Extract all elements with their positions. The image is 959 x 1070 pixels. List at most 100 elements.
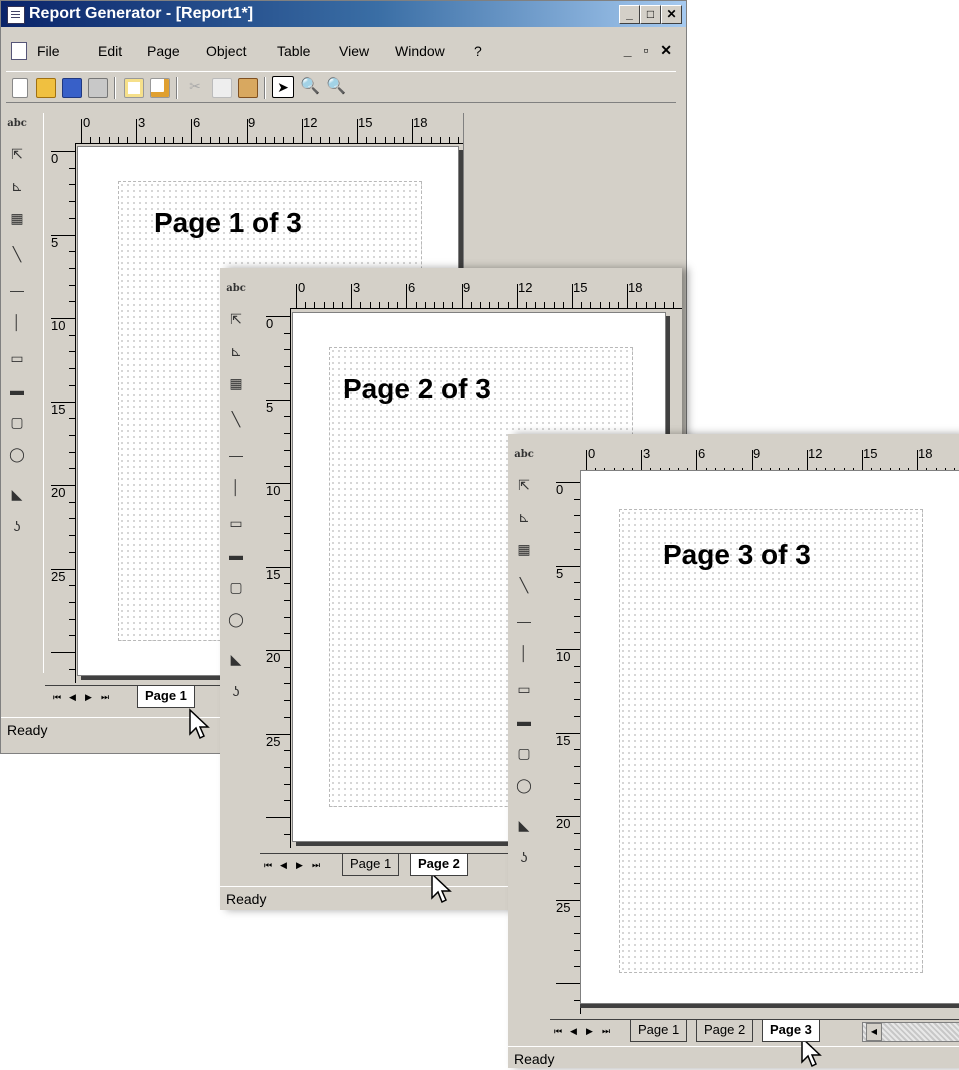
new-icon[interactable] xyxy=(12,78,28,98)
title-bar[interactable]: Report Generator - [Report1*] _ □ ✕ xyxy=(1,1,686,27)
rounded-rectangle-tool[interactable]: ▢ xyxy=(6,411,28,433)
maximize-button[interactable]: □ xyxy=(640,5,661,24)
ruler-tick xyxy=(284,382,290,384)
new-page-icon[interactable] xyxy=(124,78,144,98)
axis-tool[interactable]: ⊾ xyxy=(225,340,247,362)
scroll-left-icon[interactable]: ◀ xyxy=(866,1023,882,1041)
ruler-label: 10 xyxy=(266,483,281,498)
ruler-tick xyxy=(69,601,75,603)
next-page-icon[interactable]: ▶ xyxy=(586,1026,593,1037)
chart-xy-tool[interactable]: ⇱ xyxy=(513,474,535,496)
diagonal-line-tool[interactable]: ╲ xyxy=(513,574,535,596)
ruler-label: 18 xyxy=(628,280,643,295)
ruler-tick xyxy=(452,302,454,308)
horizontal-line-tool[interactable]: — xyxy=(225,444,247,466)
tab-page-1[interactable]: Page 1 xyxy=(137,686,195,708)
zoom-out-icon[interactable]: 🔍 xyxy=(326,78,346,96)
vertical-line-tool[interactable]: │ xyxy=(225,476,247,498)
vertical-line-tool[interactable]: │ xyxy=(513,642,535,664)
filled-rectangle-tool[interactable]: ▬ xyxy=(225,544,247,566)
ruler-tick xyxy=(69,635,75,637)
ruler-tick xyxy=(342,302,343,308)
ruler-tick xyxy=(163,137,165,143)
vertical-line-tool[interactable]: │ xyxy=(6,311,28,333)
first-page-icon[interactable]: ⏮ xyxy=(554,1026,562,1037)
ruler-tick xyxy=(284,616,290,618)
minimize-button[interactable]: _ xyxy=(619,5,640,24)
ellipse-tool[interactable]: ◯ xyxy=(6,443,28,465)
prev-page-icon[interactable]: ◀ xyxy=(280,860,287,871)
prev-page-icon[interactable]: ◀ xyxy=(69,692,76,703)
vertical-ruler: 0 5 10 15 20 25 xyxy=(550,474,581,1014)
paste-icon[interactable] xyxy=(238,78,258,98)
ellipse-tool[interactable]: ◯ xyxy=(513,774,535,796)
ellipse-tool[interactable]: ◯ xyxy=(225,608,247,630)
table-tool[interactable]: ▦ xyxy=(513,538,535,560)
axis-tool[interactable]: ⊾ xyxy=(513,506,535,528)
axis-tool[interactable]: ⊾ xyxy=(6,175,28,197)
ruler-tick xyxy=(284,499,290,501)
horizontal-line-tool[interactable]: — xyxy=(6,279,28,301)
filled-rectangle-tool[interactable]: ▬ xyxy=(513,710,535,732)
rounded-rectangle-tool[interactable]: ▢ xyxy=(225,576,247,598)
prev-page-icon[interactable]: ◀ xyxy=(570,1026,577,1037)
save-icon[interactable] xyxy=(62,78,82,98)
menu-help[interactable]: ? xyxy=(474,43,482,59)
freeform-tool[interactable]: ʖ xyxy=(6,515,28,537)
filled-rectangle-tool[interactable]: ▬ xyxy=(6,379,28,401)
horizontal-line-tool[interactable]: — xyxy=(513,610,535,632)
text-tool[interactable]: abc xyxy=(513,444,535,466)
tab-page-1[interactable]: Page 1 xyxy=(342,854,400,876)
tab-page-3[interactable]: Page 3 xyxy=(762,1020,820,1042)
menu-table[interactable]: Table xyxy=(277,43,310,59)
chart-xy-tool[interactable]: ⇱ xyxy=(6,143,28,165)
pointer-icon[interactable]: ➤ xyxy=(272,76,294,98)
tab-page-1[interactable]: Page 1 xyxy=(630,1020,688,1042)
freeform-tool[interactable]: ʖ xyxy=(513,846,535,868)
freeform-tool[interactable]: ʖ xyxy=(225,680,247,702)
ruler-tick xyxy=(69,451,75,453)
report-page[interactable]: Page 3 of 3 xyxy=(580,470,959,1004)
close-button[interactable]: ✕ xyxy=(661,5,682,24)
next-page-icon[interactable]: ▶ xyxy=(296,860,303,871)
menu-edit[interactable]: Edit xyxy=(98,43,122,59)
polygon-tool[interactable]: ◣ xyxy=(225,648,247,670)
menu-page[interactable]: Page xyxy=(147,43,180,59)
ruler-tick xyxy=(439,137,441,143)
table-tool[interactable]: ▦ xyxy=(6,207,28,229)
print-icon[interactable] xyxy=(88,78,108,98)
rectangle-tool[interactable]: ▭ xyxy=(513,678,535,700)
last-page-icon[interactable]: ⏭ xyxy=(312,860,320,871)
menu-object[interactable]: Object xyxy=(206,43,246,59)
document-icon[interactable] xyxy=(11,42,27,60)
copy-page-icon[interactable] xyxy=(150,78,170,98)
page-label: Page 1 of 3 xyxy=(154,207,302,238)
text-tool[interactable]: abc xyxy=(225,278,247,300)
menu-window[interactable]: Window xyxy=(395,43,445,59)
chart-xy-tool[interactable]: ⇱ xyxy=(225,308,247,330)
first-page-icon[interactable]: ⏮ xyxy=(53,692,61,703)
rectangle-tool[interactable]: ▭ xyxy=(6,347,28,369)
polygon-tool[interactable]: ◣ xyxy=(6,483,28,505)
tab-page-2[interactable]: Page 2 xyxy=(410,854,468,876)
ruler-tick xyxy=(69,434,75,436)
open-icon[interactable] xyxy=(36,78,56,98)
rounded-rectangle-tool[interactable]: ▢ xyxy=(513,742,535,764)
diagonal-line-tool[interactable]: ╲ xyxy=(225,408,247,430)
mdi-controls[interactable]: _ ▫ ✕ xyxy=(624,42,676,59)
zoom-in-icon[interactable]: 🔍 xyxy=(300,78,320,96)
table-tool[interactable]: ▦ xyxy=(225,372,247,394)
rectangle-tool[interactable]: ▭ xyxy=(225,512,247,534)
diagonal-line-tool[interactable]: ╲ xyxy=(6,243,28,265)
last-page-icon[interactable]: ⏭ xyxy=(101,692,109,703)
last-page-icon[interactable]: ⏭ xyxy=(602,1026,610,1037)
tab-page-2[interactable]: Page 2 xyxy=(696,1020,754,1042)
polygon-tool[interactable]: ◣ xyxy=(513,814,535,836)
menu-view[interactable]: View xyxy=(339,43,369,59)
text-tool[interactable]: abc xyxy=(6,113,28,135)
ruler-tick xyxy=(443,302,445,308)
ruler-tick xyxy=(69,167,75,169)
first-page-icon[interactable]: ⏮ xyxy=(264,860,272,871)
next-page-icon[interactable]: ▶ xyxy=(85,692,92,703)
menu-file[interactable]: File xyxy=(37,43,60,59)
